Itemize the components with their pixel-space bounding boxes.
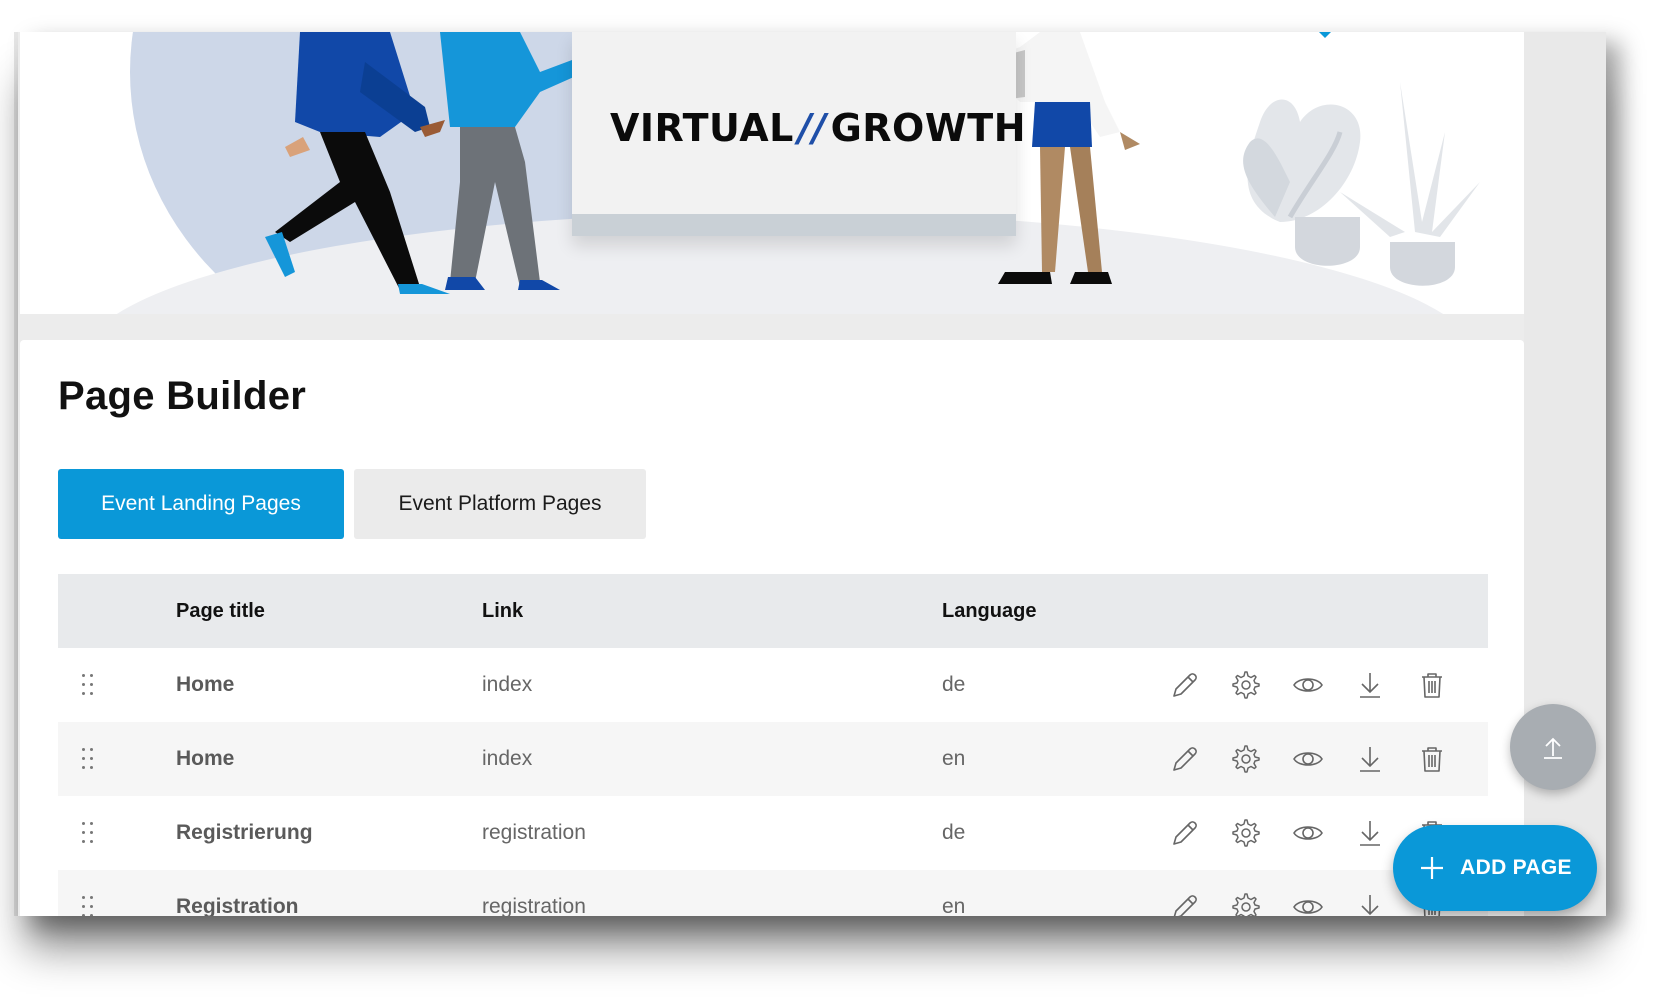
page-title-cell[interactable]: Registrierung [176, 796, 313, 870]
table-row[interactable]: Registration registration en [58, 870, 1488, 916]
page-title: Page Builder [58, 374, 307, 418]
trash-icon [1422, 673, 1442, 698]
drag-handle-icon[interactable] [82, 748, 96, 770]
add-page-label: ADD PAGE [1460, 856, 1572, 879]
page-type-tabs: Event Landing Pages Event Platform Pages [58, 469, 646, 539]
table-row[interactable]: Home index de [58, 648, 1488, 722]
settings-button[interactable] [1230, 743, 1262, 775]
plus-icon [1421, 857, 1444, 879]
drag-handle-icon[interactable] [82, 674, 96, 696]
plant-right [1340, 82, 1480, 286]
table-row[interactable]: Registrierung registration de [58, 796, 1488, 870]
edit-button[interactable] [1168, 743, 1200, 775]
eye-icon [1293, 826, 1323, 840]
gear-icon [1232, 819, 1260, 847]
pencil-icon [1173, 895, 1197, 916]
delete-button[interactable] [1416, 743, 1448, 775]
eye-icon [1293, 752, 1323, 766]
download-icon [1360, 821, 1380, 846]
page-title-cell[interactable]: Home [176, 648, 234, 722]
link-cell: index [482, 673, 533, 696]
download-button[interactable] [1354, 891, 1386, 916]
scroll-top-button[interactable] [1510, 704, 1596, 790]
pencil-icon [1173, 747, 1197, 771]
gear-icon [1232, 893, 1260, 916]
tab-event-platform-pages[interactable]: Event Platform Pages [354, 469, 646, 539]
column-header-link[interactable]: Link [482, 600, 523, 623]
link-cell: registration [482, 821, 586, 844]
plant-left [1243, 99, 1361, 266]
download-icon [1360, 747, 1380, 772]
page-builder-card: Page Builder Event Landing Pages Event P… [20, 340, 1524, 916]
hero-title: VIRTUAL//GROWTH [610, 106, 1027, 150]
tab-event-landing-pages[interactable]: Event Landing Pages [58, 469, 344, 539]
link-cell: index [482, 747, 533, 770]
page-title-cell[interactable]: Home [176, 722, 234, 796]
download-button[interactable] [1354, 743, 1386, 775]
add-page-button[interactable]: ADD PAGE [1393, 825, 1597, 911]
column-header-page-title[interactable]: Page title [176, 600, 265, 623]
edit-button[interactable] [1168, 891, 1200, 916]
download-icon [1361, 895, 1379, 916]
gear-icon [1232, 671, 1260, 699]
preview-button[interactable] [1292, 817, 1324, 849]
download-button[interactable] [1354, 669, 1386, 701]
settings-button[interactable] [1230, 891, 1262, 916]
preview-button[interactable] [1292, 669, 1324, 701]
link-cell: registration [482, 895, 586, 916]
language-cell: de [942, 821, 966, 844]
drag-handle-icon[interactable] [82, 896, 96, 916]
preview-button[interactable] [1292, 743, 1324, 775]
hero-banner: VIRTUAL//GROWTH [20, 32, 1524, 314]
gear-icon [1232, 745, 1260, 773]
drag-handle-icon[interactable] [82, 822, 96, 844]
eye-icon [1293, 900, 1323, 914]
row-actions [1168, 648, 1448, 722]
row-actions [1168, 722, 1448, 796]
table-header: Page title Link Language [58, 574, 1488, 648]
download-icon [1360, 673, 1380, 698]
pages-table: Page title Link Language Home index de Home… [58, 574, 1488, 916]
pencil-icon [1173, 821, 1197, 845]
table-body: Home index de Home index en Registrierung regis… [58, 648, 1488, 916]
edit-button[interactable] [1168, 817, 1200, 849]
edit-button[interactable] [1168, 669, 1200, 701]
settings-button[interactable] [1230, 817, 1262, 849]
settings-button[interactable] [1230, 669, 1262, 701]
marker [1319, 32, 1331, 38]
language-cell: de [942, 673, 966, 696]
upload-arrow-icon [1544, 737, 1562, 759]
download-button[interactable] [1354, 817, 1386, 849]
preview-button[interactable] [1292, 891, 1324, 916]
app-window: VIRTUAL//GROWTH Page Builder Event Landi… [18, 32, 1606, 916]
language-cell: en [942, 895, 966, 916]
page-title-cell[interactable]: Registration [176, 870, 299, 916]
trash-icon [1422, 747, 1442, 772]
eye-icon [1293, 678, 1323, 692]
table-row[interactable]: Home index en [58, 722, 1488, 796]
column-header-language[interactable]: Language [942, 600, 1036, 623]
delete-button[interactable] [1416, 669, 1448, 701]
language-cell: en [942, 747, 966, 770]
pencil-icon [1173, 673, 1197, 697]
